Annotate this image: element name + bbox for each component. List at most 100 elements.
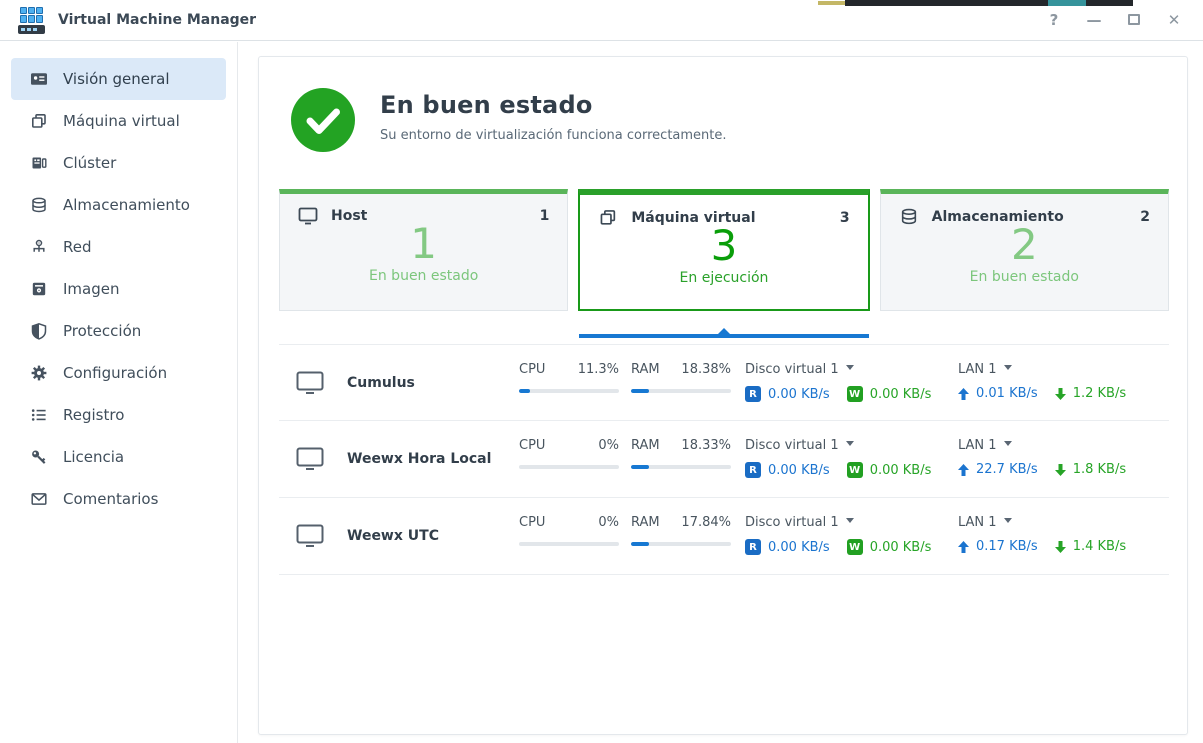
cpu-label: CPU [519,362,545,377]
sidebar-item-red[interactable]: Red [11,226,226,268]
download-value: 1.8 KB/s [1073,462,1126,477]
card-status: En ejecución [580,270,867,286]
cpu-progressbar [519,465,619,469]
read-value: 0.00 KB/s [768,463,830,478]
gear-icon [30,364,48,382]
card-count: 2 [1140,209,1150,225]
download-value: 1.4 KB/s [1073,539,1126,554]
key-icon [30,448,48,466]
envelope-icon [30,490,48,508]
card-almacenamiento[interactable]: Almacenamiento 2 2 En buen estado [880,189,1169,311]
health-status-header: En buen estado Su entorno de virtualizac… [291,88,727,152]
chevron-down-icon [846,518,854,523]
sidebar-item-proteccion[interactable]: Protección [11,310,226,352]
card-maquina-virtual[interactable]: Máquina virtual 3 3 En ejecución [578,189,869,311]
lan-dropdown[interactable]: LAN 1 [958,438,1183,453]
sidebar-item-label: Protección [63,322,141,340]
lan-stat: LAN 1 0.17 KB/s 1.4 KB/s [958,515,1183,554]
sidebar-item-registro[interactable]: Registro [11,394,226,436]
desktop-strip-teal [1048,0,1086,6]
ram-progressbar [631,389,731,393]
sidebar-item-label: Visión general [63,70,170,88]
vmm-app-icon [18,7,45,34]
cpu-stat: CPU 0% [519,515,619,546]
upload-value: 0.17 KB/s [976,539,1038,554]
read-value: 0.00 KB/s [768,387,830,402]
overview-icon [30,70,48,88]
card-title: Host [331,208,367,224]
disk-dropdown[interactable]: Disco virtual 1 [745,515,950,530]
help-icon[interactable]: ? [1045,13,1063,28]
sidebar-item-maquina-virtual[interactable]: Máquina virtual [11,100,226,142]
sidebar-item-imagen[interactable]: Imagen [11,268,226,310]
chevron-down-icon [846,441,854,446]
card-number: 2 [881,222,1168,268]
ram-value: 18.38% [681,362,731,377]
sidebar-item-label: Máquina virtual [63,112,180,130]
sidebar-item-label: Red [63,238,92,256]
chevron-down-icon [846,365,854,370]
summary-cards: Host 1 1 En buen estado Máquina virtual … [279,189,1169,311]
close-icon[interactable]: ✕ [1165,13,1183,28]
cpu-label: CPU [519,515,545,530]
desktop-strip-dark [845,0,1133,6]
desktop-strip-yellow [818,1,846,5]
upload-arrow-icon [958,541,969,553]
shield-icon [30,322,48,340]
sidebar-item-label: Licencia [63,448,124,466]
maximize-icon[interactable] [1125,13,1143,28]
title-bar: Virtual Machine Manager ? — ✕ [0,0,1203,41]
disk-dropdown[interactable]: Disco virtual 1 [745,438,950,453]
minimize-icon[interactable]: — [1085,13,1103,28]
write-value: 0.00 KB/s [870,387,932,402]
card-number: 3 [580,223,867,269]
sidebar-item-label: Imagen [63,280,119,298]
download-arrow-icon [1055,541,1066,553]
card-count: 1 [540,208,550,224]
sidebar-item-licencia[interactable]: Licencia [11,436,226,478]
cpu-value: 0% [598,515,619,530]
read-badge: R [745,462,761,478]
ram-progressbar [631,465,731,469]
lan-dropdown[interactable]: LAN 1 [958,362,1183,377]
card-number: 1 [280,221,567,267]
upload-value: 0.01 KB/s [976,386,1038,401]
sidebar-item-almacenamiento[interactable]: Almacenamiento [11,184,226,226]
sidebar-item-configuracion[interactable]: Configuración [11,352,226,394]
cpu-progressbar [519,389,619,393]
vm-monitor-icon [296,371,324,395]
sidebar-item-label: Clúster [63,154,116,172]
ram-label: RAM [631,362,660,377]
vm-table: Cumulus CPU11.3% RAM18.38% Disco virtual… [279,344,1169,575]
ram-label: RAM [631,438,660,453]
sidebar-item-comentarios[interactable]: Comentarios [11,478,226,520]
ram-stat: RAM17.84% [631,515,731,546]
disk-dropdown[interactable]: Disco virtual 1 [745,362,950,377]
sidebar-item-label: Comentarios [63,490,158,508]
vm-row-cumulus[interactable]: Cumulus CPU11.3% RAM18.38% Disco virtual… [279,344,1169,421]
sidebar-item-label: Registro [63,406,124,424]
vm-name: Weewx UTC [347,528,439,544]
download-arrow-icon [1055,464,1066,476]
cluster-icon [30,154,48,172]
sidebar-item-cluster[interactable]: Clúster [11,142,226,184]
disk-stat: Disco virtual 1 R 0.00 KB/s W 0.00 KB/s [745,515,950,555]
read-badge: R [745,386,761,402]
cpu-progressbar [519,542,619,546]
card-host[interactable]: Host 1 1 En buen estado [279,189,568,311]
lan-stat: LAN 1 0.01 KB/s 1.2 KB/s [958,362,1183,401]
download-arrow-icon [1055,388,1066,400]
lan-dropdown[interactable]: LAN 1 [958,515,1183,530]
ram-stat: RAM 18.38% [631,362,731,393]
vm-monitor-icon [296,447,324,471]
vm-row-weewx-hora-local[interactable]: Weewx Hora Local CPU0% RAM18.33% Disco v… [279,421,1169,498]
vm-row-weewx-utc[interactable]: Weewx UTC CPU 0% RAM17.84% Disco virtual … [279,498,1169,575]
selected-card-indicator [579,334,869,338]
sidebar: Visión general Máquina virtual Clúster A… [0,42,238,743]
upload-arrow-icon [958,388,969,400]
chevron-down-icon [1004,518,1012,523]
sidebar-item-vision-general[interactable]: Visión general [11,58,226,100]
ram-label: RAM [631,515,660,530]
monitor-icon [298,207,318,225]
status-subtitle: Su entorno de virtualización funciona co… [380,128,727,143]
